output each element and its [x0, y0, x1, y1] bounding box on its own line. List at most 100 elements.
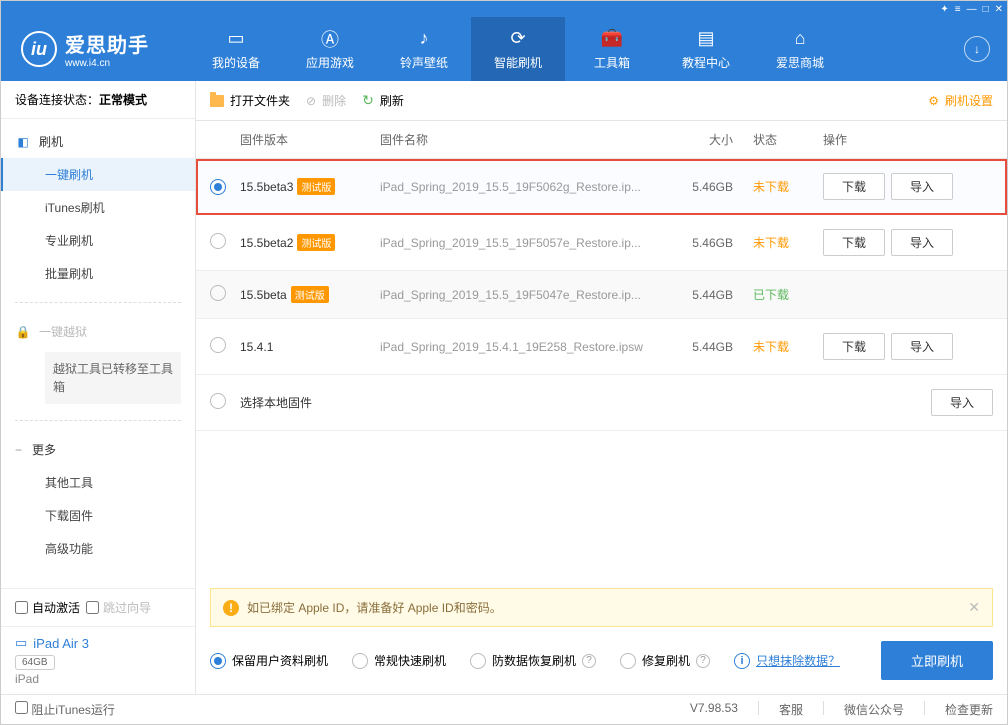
alert-text: 如已绑定 Apple ID，请准备好 Apple ID和密码。 — [247, 599, 502, 616]
maximize-icon[interactable]: □ — [983, 4, 989, 15]
radio-button[interactable] — [210, 285, 226, 301]
flash-options: 保留用户资料刷机 常规快速刷机 防数据恢复刷机? 修复刷机? i只想抹除数据？ … — [196, 627, 1007, 694]
help-icon[interactable]: ? — [696, 654, 710, 668]
radio-button — [620, 653, 636, 669]
import-button[interactable]: 导入 — [891, 173, 953, 200]
opt-normal[interactable]: 常规快速刷机 — [352, 652, 446, 669]
fw-status: 未下载 — [753, 338, 823, 355]
tablet-icon: ▭ — [15, 635, 27, 651]
sidebar-flash-title[interactable]: ◧ 刷机 — [1, 125, 195, 158]
device-capacity: 64GB — [15, 655, 55, 670]
firmware-row[interactable]: 15.5beta3测试版 iPad_Spring_2019_15.5_19F50… — [196, 159, 1007, 215]
firmware-row[interactable]: 15.5beta测试版 iPad_Spring_2019_15.5_19F504… — [196, 271, 1007, 319]
device-type: iPad — [15, 672, 181, 686]
store-icon: ⌂ — [789, 28, 811, 50]
fw-version: 15.4.1 — [240, 340, 273, 354]
nav-my-device[interactable]: ▭我的设备 — [189, 17, 283, 81]
fw-version: 15.5beta3 — [240, 180, 293, 194]
erase-data-link[interactable]: i只想抹除数据？ — [734, 652, 840, 669]
version-label: V7.98.53 — [690, 701, 738, 718]
device-icon: ▭ — [225, 28, 247, 50]
folder-icon — [210, 95, 224, 107]
brand-name: 爱思助手 — [65, 35, 149, 57]
fw-size: 5.44GB — [673, 288, 753, 302]
import-button[interactable]: 导入 — [891, 229, 953, 256]
delete-button[interactable]: ⊘ 删除 — [306, 92, 346, 109]
fw-size: 5.44GB — [673, 340, 753, 354]
download-icon: ↓ — [964, 36, 990, 62]
nav-tutorials[interactable]: ▤教程中心 — [659, 17, 753, 81]
apps-icon: Ⓐ — [319, 28, 341, 50]
lock-icon: 🔒 — [15, 324, 31, 340]
device-name[interactable]: ▭ iPad Air 3 — [15, 635, 181, 651]
refresh-button[interactable]: ↻ 刷新 — [362, 92, 404, 109]
music-icon: ♪ — [413, 28, 435, 50]
close-icon[interactable]: ✕ — [995, 4, 1003, 15]
sidebar-itunes-flash[interactable]: iTunes刷机 — [1, 191, 195, 224]
col-size: 大小 — [673, 131, 753, 148]
titlebar-btn-1[interactable]: ✦ — [940, 4, 948, 15]
radio-button[interactable] — [210, 393, 226, 409]
toolbar: 打开文件夹 ⊘ 删除 ↻ 刷新 ⚙ 刷机设置 — [196, 81, 1007, 121]
info-icon: i — [734, 653, 750, 669]
fw-size: 5.46GB — [673, 180, 753, 194]
radio-button[interactable] — [210, 179, 226, 195]
radio-button — [470, 653, 486, 669]
download-button[interactable]: 下载 — [823, 333, 885, 360]
check-update-link[interactable]: 检查更新 — [945, 701, 993, 718]
sidebar-more-title[interactable]: 更多 — [1, 433, 195, 466]
nav-flash[interactable]: ⟳智能刷机 — [471, 17, 565, 81]
connection-mode: 正常模式 — [99, 93, 147, 107]
header-nav: iu 爱思助手 www.i4.cn ▭我的设备 Ⓐ应用游戏 ♪铃声壁纸 ⟳智能刷… — [1, 17, 1007, 81]
fw-status: 已下载 — [753, 286, 823, 303]
open-folder-button[interactable]: 打开文件夹 — [210, 92, 290, 109]
book-icon: ▤ — [695, 28, 717, 50]
auto-activate-checkbox[interactable]: 自动激活 — [15, 599, 80, 616]
logo-icon: iu — [21, 31, 57, 67]
block-itunes-checkbox[interactable]: 阻止iTunes运行 — [15, 701, 115, 718]
flash-icon: ⟳ — [507, 28, 529, 50]
firmware-row[interactable]: 15.5beta2测试版 iPad_Spring_2019_15.5_19F50… — [196, 215, 1007, 271]
sidebar-oneclick-flash[interactable]: 一键刷机 — [1, 158, 195, 191]
import-button[interactable]: 导入 — [931, 389, 993, 416]
sidebar-pro-flash[interactable]: 专业刷机 — [1, 224, 195, 257]
download-button[interactable]: 下载 — [823, 173, 885, 200]
titlebar-btn-2[interactable]: ≡ — [955, 4, 961, 15]
radio-button[interactable] — [210, 233, 226, 249]
minimize-icon[interactable]: — — [967, 4, 977, 15]
toolbox-icon: 🧰 — [601, 28, 623, 50]
opt-anti-recovery[interactable]: 防数据恢复刷机? — [470, 652, 596, 669]
col-status: 状态 — [753, 131, 823, 148]
warning-icon: ! — [223, 600, 239, 616]
opt-keep-data[interactable]: 保留用户资料刷机 — [210, 652, 328, 669]
opt-repair[interactable]: 修复刷机? — [620, 652, 710, 669]
nav-store[interactable]: ⌂爱思商城 — [753, 17, 847, 81]
sidebar-jailbreak-title[interactable]: 🔒 一键越狱 — [1, 315, 195, 348]
sidebar-other-tools[interactable]: 其他工具 — [1, 466, 195, 499]
support-link[interactable]: 客服 — [779, 701, 803, 718]
firmware-row[interactable]: 15.4.1 iPad_Spring_2019_15.4.1_19E258_Re… — [196, 319, 1007, 375]
nav-ringtones[interactable]: ♪铃声壁纸 — [377, 17, 471, 81]
flash-settings-button[interactable]: ⚙ 刷机设置 — [928, 92, 993, 109]
header-download[interactable]: ↓ — [957, 36, 997, 62]
sidebar-batch-flash[interactable]: 批量刷机 — [1, 257, 195, 290]
connection-status: 设备连接状态：正常模式 — [1, 81, 195, 119]
radio-button — [210, 653, 226, 669]
radio-button[interactable] — [210, 337, 226, 353]
flash-now-button[interactable]: 立即刷机 — [881, 641, 993, 680]
radio-button — [352, 653, 368, 669]
nav-toolbox[interactable]: 🧰工具箱 — [565, 17, 659, 81]
skip-guide-checkbox[interactable]: 跳过向导 — [86, 599, 151, 616]
col-action: 操作 — [823, 131, 993, 148]
import-button[interactable]: 导入 — [891, 333, 953, 360]
footer: 阻止iTunes运行 V7.98.53 客服 微信公众号 检查更新 — [1, 694, 1007, 724]
alert-close-icon[interactable]: ✕ — [968, 599, 980, 616]
wechat-link[interactable]: 微信公众号 — [844, 701, 904, 718]
help-icon[interactable]: ? — [582, 654, 596, 668]
download-button[interactable]: 下载 — [823, 229, 885, 256]
beta-badge: 测试版 — [291, 286, 329, 303]
sidebar-advanced[interactable]: 高级功能 — [1, 532, 195, 565]
nav-apps[interactable]: Ⓐ应用游戏 — [283, 17, 377, 81]
local-firmware-row[interactable]: 选择本地固件 导入 — [196, 375, 1007, 431]
sidebar-dl-firmware[interactable]: 下载固件 — [1, 499, 195, 532]
